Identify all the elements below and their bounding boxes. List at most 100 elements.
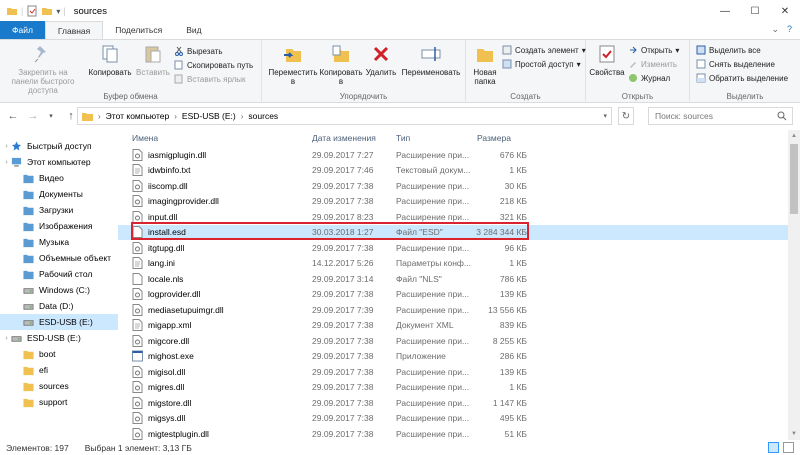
nav-item[interactable]: Windows (C:): [0, 282, 90, 298]
file-row[interactable]: migstore.dll 29.09.2017 7:38 Расширение пр…: [118, 395, 800, 411]
file-row[interactable]: idwbinfo.txt 29.09.2017 7:46 Текстовый док…: [118, 163, 800, 179]
vertical-scrollbar[interactable]: ▲ ▼: [788, 130, 800, 440]
back-arrow-icon[interactable]: ←: [6, 110, 20, 122]
nav-item[interactable]: support: [0, 394, 67, 410]
nav-item[interactable]: Объемные объект: [0, 250, 111, 266]
maximize-button[interactable]: ☐: [740, 0, 770, 22]
tab-home[interactable]: Главная: [44, 21, 104, 39]
minimize-button[interactable]: —: [710, 0, 740, 22]
paste-shortcut-button[interactable]: Вставить ярлык: [174, 74, 246, 84]
breadcrumb-this-pc[interactable]: Этот компьютер: [106, 111, 170, 121]
up-arrow-icon[interactable]: ↑: [64, 110, 78, 122]
history-button[interactable]: Журнал: [628, 73, 670, 83]
file-row[interactable]: logprovider.dll 29.09.2017 7:38 Расширение…: [118, 287, 800, 303]
edit-button[interactable]: Изменить: [628, 59, 677, 69]
scroll-up-icon[interactable]: ▲: [788, 130, 800, 142]
file-row[interactable]: imagingprovider.dll 29.09.2017 7:38 Расшир…: [118, 194, 800, 210]
file-row[interactable]: iiscomp.dll 29.09.2017 7:38 Расширение при…: [118, 178, 800, 194]
file-name-cell: imagingprovider.dll: [132, 194, 219, 210]
expand-arrow-icon[interactable]: ›: [2, 335, 11, 342]
paste-button[interactable]: Вставить: [134, 43, 172, 77]
details-view-icon[interactable]: [768, 442, 779, 453]
chevron-down-icon: ▾: [576, 59, 581, 69]
nav-item[interactable]: efi: [0, 362, 48, 378]
pin-button[interactable]: Закрепить на панели быстрого доступа: [4, 43, 82, 95]
properties-icon[interactable]: [26, 5, 38, 17]
close-button[interactable]: ✕: [770, 0, 800, 22]
file-row[interactable]: migres.dll 29.09.2017 7:38 Расширение при.…: [118, 380, 800, 396]
file-row[interactable]: mediasetupuimgr.dll 29.09.2017 7:39 Расшир…: [118, 302, 800, 318]
copy-icon: [102, 45, 118, 63]
open-button[interactable]: Открыть ▾: [628, 45, 679, 55]
address-path[interactable]: › Этот компьютер › ESD-USB (E:) › source…: [77, 107, 612, 125]
cut-button[interactable]: Вырезать: [174, 46, 223, 56]
nav-item[interactable]: Data (D:): [0, 298, 73, 314]
nav-item[interactable]: › Этот компьютер: [0, 154, 90, 170]
forward-arrow-icon[interactable]: →: [26, 110, 40, 122]
nav-item[interactable]: Документы: [0, 186, 83, 202]
select-none-button[interactable]: Снять выделение: [696, 59, 775, 69]
tab-file[interactable]: Файл: [0, 21, 45, 39]
new-folder-button[interactable]: Новая папка: [468, 43, 502, 86]
file-type: Расширение при...: [396, 304, 470, 315]
chevron-down-icon: ▾: [675, 45, 680, 55]
file-row[interactable]: migtestplugin.dll 29.09.2017 7:38 Расширен…: [118, 426, 800, 440]
nav-item[interactable]: › ESD-USB (E:): [0, 330, 81, 346]
nav-item[interactable]: boot: [0, 346, 56, 362]
delete-button[interactable]: Удалить: [364, 43, 398, 77]
copy-button[interactable]: Копировать: [86, 43, 134, 77]
file-row[interactable]: locale.nls 29.09.2017 3:14 Файл "NLS" 786 К…: [118, 271, 800, 287]
file-name-cell: logprovider.dll: [132, 287, 200, 303]
rename-button[interactable]: Переименовать: [398, 43, 464, 77]
file-row[interactable]: migcore.dll 29.09.2017 7:38 Расширение при…: [118, 333, 800, 349]
scroll-down-icon[interactable]: ▼: [788, 428, 800, 440]
copy-path-button[interactable]: Скопировать путь: [174, 60, 253, 70]
easy-access-button[interactable]: Простой доступ ▾: [502, 59, 581, 69]
tab-view[interactable]: Вид: [174, 21, 213, 39]
file-row[interactable]: migsys.dll 29.09.2017 7:38 Расширение при.…: [118, 411, 800, 427]
nav-item[interactable]: › Быстрый доступ: [0, 138, 92, 154]
nav-item[interactable]: Видео: [0, 170, 64, 186]
file-row[interactable]: itgtupg.dll 29.09.2017 7:38 Расширение при…: [118, 240, 800, 256]
file-row[interactable]: migapp.xml 29.09.2017 7:38 Документ XML 839…: [118, 318, 800, 334]
new-folder-icon[interactable]: [41, 5, 53, 17]
recent-locations-icon[interactable]: ▾: [44, 112, 58, 120]
breadcrumb-sources[interactable]: sources: [248, 111, 278, 121]
file-row[interactable]: lang.ini 14.12.2017 5:26 Параметры конф...…: [118, 256, 800, 272]
file-size: 1 147 КБ: [492, 397, 527, 408]
file-size: 8 255 КБ: [492, 335, 527, 346]
refresh-button[interactable]: ↻: [618, 107, 634, 125]
tab-share[interactable]: Поделиться: [103, 21, 174, 39]
file-row[interactable]: iasmigplugin.dll 29.09.2017 7:27 Расширени…: [118, 147, 800, 163]
nav-item[interactable]: Музыка: [0, 234, 69, 250]
expand-arrow-icon[interactable]: ›: [2, 143, 11, 150]
chevron-down-icon[interactable]: ⌄: [771, 24, 779, 35]
new-item-button[interactable]: Создать элемент ▾: [502, 45, 586, 55]
file-row[interactable]: mighost.exe 29.09.2017 7:38 Приложение 286 …: [118, 349, 800, 365]
nav-item[interactable]: Загрузки: [0, 202, 73, 218]
file-size: 218 КБ: [499, 196, 527, 207]
scroll-thumb[interactable]: [790, 144, 798, 214]
file-row[interactable]: migisol.dll 29.09.2017 7:38 Расширение при…: [118, 364, 800, 380]
select-all-button[interactable]: Выделить все: [696, 45, 761, 55]
move-to-button[interactable]: Переместить в: [268, 43, 318, 86]
column-header-date[interactable]: Дата изменения: [312, 130, 376, 145]
file-name: migstore.dll: [148, 397, 192, 408]
copy-to-button[interactable]: Копировать в: [318, 43, 364, 86]
properties-button[interactable]: Свойства: [588, 43, 626, 77]
help-icon[interactable]: ?: [787, 24, 792, 35]
customize-toolbar-icon[interactable]: ▾: [56, 7, 60, 16]
nav-item[interactable]: Изображения: [0, 218, 92, 234]
column-header-name[interactable]: Имена: [132, 130, 158, 145]
expand-arrow-icon[interactable]: ›: [2, 159, 11, 166]
column-header-type[interactable]: Тип: [396, 130, 410, 145]
nav-item[interactable]: Рабочий стол: [0, 266, 92, 282]
column-header-size[interactable]: Размера: [477, 130, 511, 145]
nav-item[interactable]: ESD-USB (E:): [0, 314, 118, 330]
nav-item[interactable]: sources: [0, 378, 69, 394]
invert-selection-button[interactable]: Обратить выделение: [696, 73, 788, 83]
search-input[interactable]: Поиск: sources: [648, 107, 793, 125]
breadcrumb-drive[interactable]: ESD-USB (E:): [182, 111, 236, 121]
large-icons-view-icon[interactable]: [783, 442, 794, 453]
chevron-down-icon[interactable]: ▾: [603, 112, 607, 120]
